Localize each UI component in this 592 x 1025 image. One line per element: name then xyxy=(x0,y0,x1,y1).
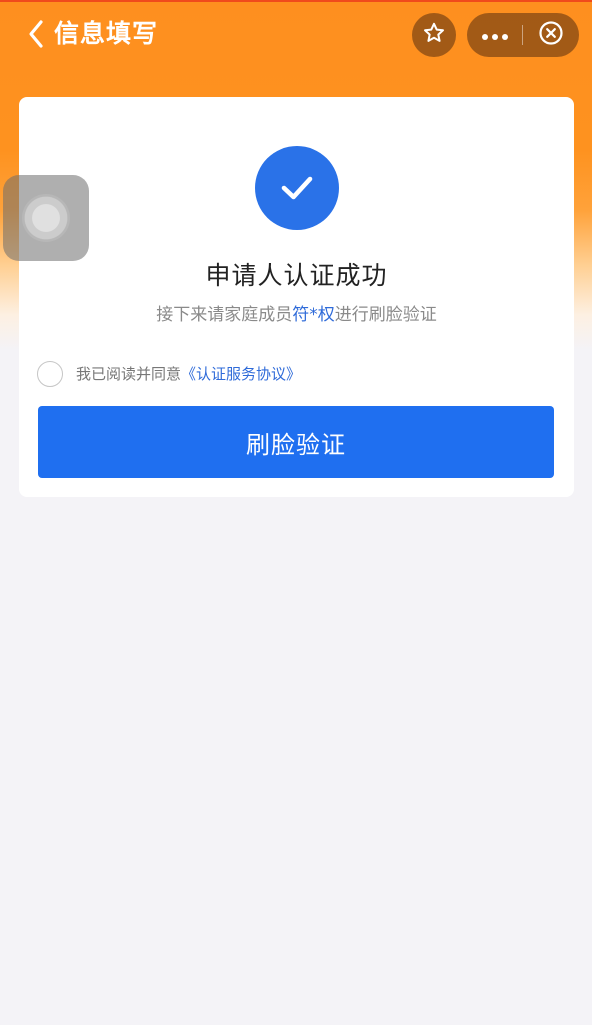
navigation-bar: 信息填写 xyxy=(0,10,592,60)
instruction-prefix: 接下来请家庭成员 xyxy=(156,305,293,325)
more-dots-icon xyxy=(481,26,509,45)
agreement-link[interactable]: 《认证服务协议》 xyxy=(181,363,301,385)
close-circle-icon xyxy=(538,20,564,50)
check-circle-icon xyxy=(255,146,339,230)
assistive-touch-icon xyxy=(22,194,70,242)
back-button[interactable]: 信息填写 xyxy=(26,18,158,50)
mini-program-capsule xyxy=(467,13,579,57)
face-verify-button[interactable]: 刷脸验证 xyxy=(38,406,554,478)
instruction-suffix: 进行刷脸验证 xyxy=(334,305,437,325)
agreement-checkbox[interactable] xyxy=(37,361,63,387)
close-button[interactable] xyxy=(523,13,578,57)
more-button[interactable] xyxy=(467,13,522,57)
page: 信息填写 申请人认证成功 接下来请家庭成员符*权进行刷脸验证 我已阅读并同意 《… xyxy=(0,0,592,1025)
assistive-touch-button[interactable] xyxy=(3,175,89,261)
page-title: 信息填写 xyxy=(54,19,159,48)
family-member-name: 符*权 xyxy=(292,305,335,325)
instruction-text: 接下来请家庭成员符*权进行刷脸验证 xyxy=(19,302,574,328)
favorite-button[interactable] xyxy=(412,13,456,57)
chevron-left-icon xyxy=(26,18,46,50)
agreement-row: 我已阅读并同意 《认证服务协议》 xyxy=(37,361,301,387)
top-accent-line xyxy=(0,0,592,2)
agreement-label: 我已阅读并同意 xyxy=(76,365,182,383)
success-title: 申请人认证成功 xyxy=(205,261,388,290)
star-icon xyxy=(422,21,446,49)
verification-card: 申请人认证成功 接下来请家庭成员符*权进行刷脸验证 我已阅读并同意 《认证服务协议… xyxy=(19,97,574,497)
